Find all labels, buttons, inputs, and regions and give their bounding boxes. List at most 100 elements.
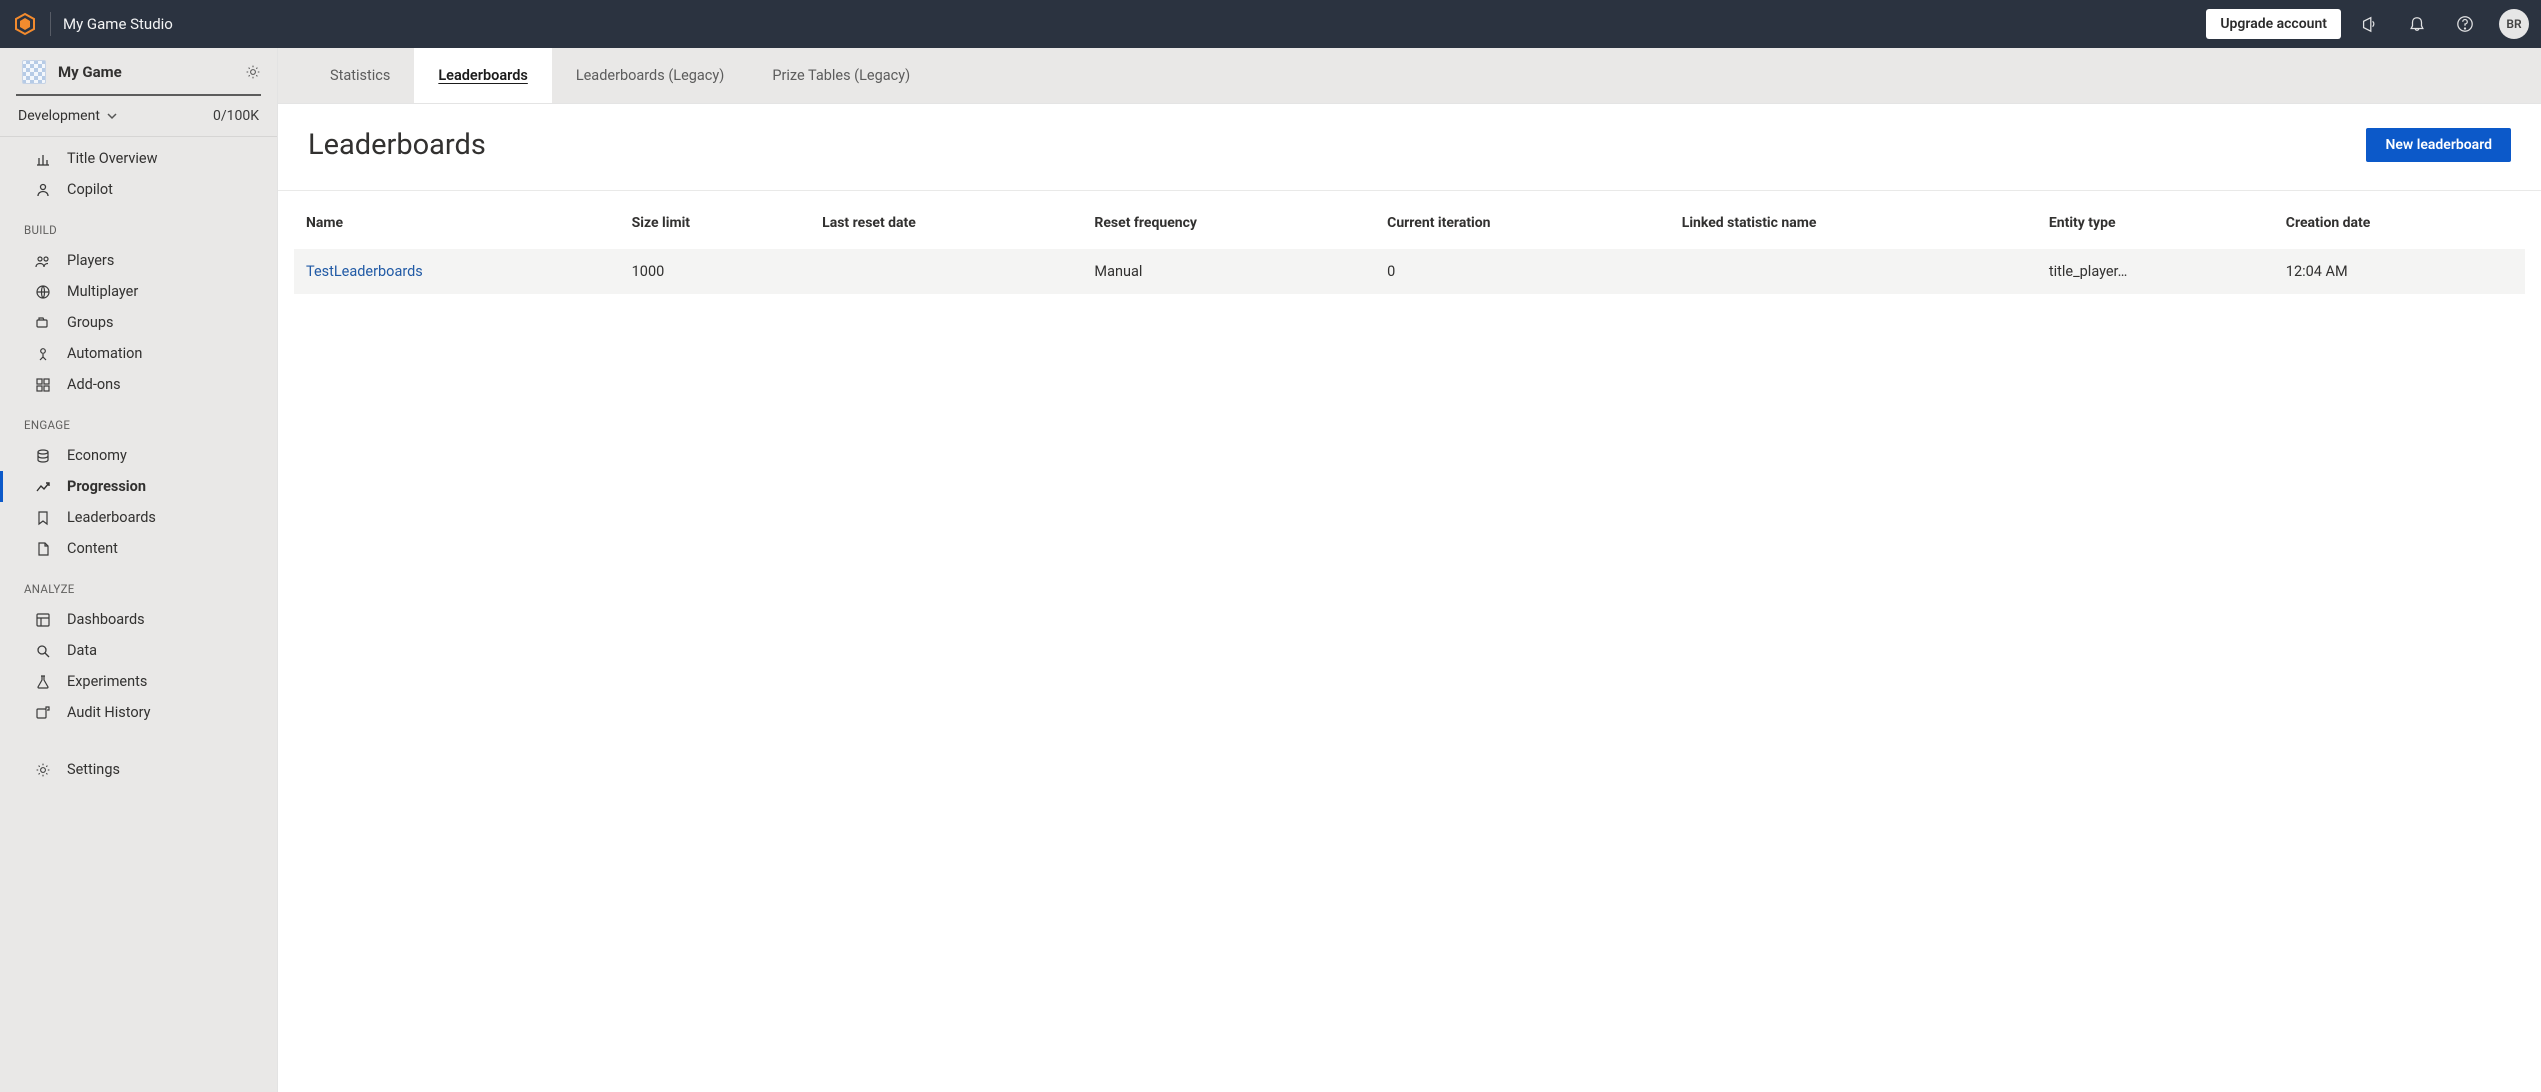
cell-linked-stat — [1670, 249, 2037, 294]
automation-icon — [34, 345, 51, 362]
user-avatar[interactable]: BR — [2499, 9, 2529, 39]
sidebar-item-dashboards[interactable]: Dashboards — [0, 604, 277, 635]
sidebar-group-engage: ENGAGE — [0, 400, 277, 440]
col-entity-type[interactable]: Entity type — [2037, 191, 2274, 249]
sidebar-item-copilot[interactable]: Copilot — [0, 174, 277, 205]
leaderboards-table: Name Size limit Last reset date Reset fr… — [294, 191, 2525, 294]
sidebar-item-label: Add-ons — [67, 376, 121, 393]
sidebar-item-label: Title Overview — [67, 150, 158, 167]
col-linked-stat[interactable]: Linked statistic name — [1670, 191, 2037, 249]
new-leaderboard-button[interactable]: New leaderboard — [2366, 128, 2511, 162]
upgrade-account-button[interactable]: Upgrade account — [2206, 9, 2341, 39]
sidebar-item-label: Data — [67, 642, 97, 659]
sidebar-item-audit-history[interactable]: Audit History — [0, 697, 277, 728]
sidebar-item-economy[interactable]: Economy — [0, 440, 277, 471]
game-header: My Game — [0, 48, 277, 94]
sidebar-item-label: Automation — [67, 345, 142, 362]
sidebar-group-build: BUILD — [0, 205, 277, 245]
cell-creation-date: 12:04 AM — [2274, 249, 2525, 294]
col-size-limit[interactable]: Size limit — [620, 191, 811, 249]
flask-icon — [34, 673, 51, 690]
col-last-reset[interactable]: Last reset date — [810, 191, 1082, 249]
logo-divider — [50, 12, 51, 36]
page-title: Leaderboards — [308, 128, 486, 162]
sidebar-item-label: Groups — [67, 314, 114, 331]
sidebar-item-content[interactable]: Content — [0, 533, 277, 564]
sidebar-item-label: Multiplayer — [67, 283, 138, 300]
environment-row: Development 0/100K — [0, 96, 277, 136]
environment-label: Development — [18, 108, 100, 124]
sidebar-item-groups[interactable]: Groups — [0, 307, 277, 338]
addons-grid-icon — [34, 376, 51, 393]
quota-label: 0/100K — [213, 108, 259, 124]
sidebar-item-label: Copilot — [67, 181, 113, 198]
col-creation-date[interactable]: Creation date — [2274, 191, 2525, 249]
sidebar-item-label: Leaderboards — [67, 509, 156, 526]
players-icon — [34, 252, 51, 269]
sidebar-item-title-overview[interactable]: Title Overview — [0, 143, 277, 174]
sidebar-item-data[interactable]: Data — [0, 635, 277, 666]
studio-name[interactable]: My Game Studio — [63, 15, 173, 33]
cell-entity-type: title_player… — [2037, 249, 2274, 294]
sidebar-group-analyze: ANALYZE — [0, 564, 277, 604]
history-icon — [34, 704, 51, 721]
tab-bar: Statistics Leaderboards Leaderboards (Le… — [278, 48, 2541, 104]
bar-chart-icon — [34, 150, 51, 167]
search-icon — [34, 642, 51, 659]
game-title[interactable]: My Game — [58, 63, 233, 81]
tab-leaderboards-legacy[interactable]: Leaderboards (Legacy) — [552, 48, 749, 103]
copilot-person-icon — [34, 181, 51, 198]
sidebar-item-multiplayer[interactable]: Multiplayer — [0, 276, 277, 307]
sidebar-item-automation[interactable]: Automation — [0, 338, 277, 369]
col-name[interactable]: Name — [294, 191, 620, 249]
file-icon — [34, 540, 51, 557]
sidebar-item-label: Settings — [67, 761, 120, 778]
environment-selector[interactable]: Development — [18, 108, 118, 124]
gear-icon[interactable] — [245, 64, 261, 80]
sidebar-item-label: Audit History — [67, 704, 151, 721]
globe-icon — [34, 283, 51, 300]
cell-size-limit: 1000 — [620, 249, 811, 294]
economy-stack-icon — [34, 447, 51, 464]
cell-name[interactable]: TestLeaderboards — [294, 249, 620, 294]
dashboard-icon — [34, 611, 51, 628]
cell-reset-freq: Manual — [1082, 249, 1375, 294]
folders-icon — [34, 314, 51, 331]
sidebar-item-label: Dashboards — [67, 611, 145, 628]
playfab-logo-icon[interactable] — [12, 11, 38, 37]
top-bar: My Game Studio Upgrade account BR — [0, 0, 2541, 48]
tab-leaderboards[interactable]: Leaderboards — [414, 48, 551, 103]
sidebar: My Game Development 0/100K Tit — [0, 48, 278, 1092]
sidebar-item-label: Progression — [67, 478, 146, 495]
sidebar-item-progression[interactable]: Progression — [0, 471, 277, 502]
sidebar-item-addons[interactable]: Add-ons — [0, 369, 277, 400]
top-bar-right: Upgrade account BR — [2206, 0, 2529, 48]
sidebar-item-label: Content — [67, 540, 118, 557]
tab-prize-tables-legacy[interactable]: Prize Tables (Legacy) — [748, 48, 934, 103]
sidebar-item-experiments[interactable]: Experiments — [0, 666, 277, 697]
chevron-down-icon — [106, 110, 118, 122]
page-header: Leaderboards New leaderboard — [278, 104, 2541, 191]
bookmark-icon — [34, 509, 51, 526]
sidebar-item-settings[interactable]: Settings — [0, 754, 277, 785]
tab-statistics[interactable]: Statistics — [306, 48, 414, 103]
cell-last-reset — [810, 249, 1082, 294]
sidebar-item-players[interactable]: Players — [0, 245, 277, 276]
col-current-iter[interactable]: Current iteration — [1375, 191, 1670, 249]
sidebar-item-leaderboards[interactable]: Leaderboards — [0, 502, 277, 533]
table-row: TestLeaderboards 1000 Manual 0 title_pla… — [294, 249, 2525, 294]
progression-trend-icon — [34, 478, 51, 495]
sidebar-item-label: Experiments — [67, 673, 147, 690]
leaderboards-table-wrap: Name Size limit Last reset date Reset fr… — [278, 191, 2541, 294]
whats-new-icon[interactable] — [2349, 0, 2389, 48]
game-icon — [22, 60, 46, 84]
top-bar-left: My Game Studio — [12, 11, 173, 37]
cell-current-iter: 0 — [1375, 249, 1670, 294]
sidebar-item-label: Economy — [67, 447, 127, 464]
help-icon[interactable] — [2445, 0, 2485, 48]
col-reset-freq[interactable]: Reset frequency — [1082, 191, 1375, 249]
notifications-icon[interactable] — [2397, 0, 2437, 48]
sidebar-item-label: Players — [67, 252, 114, 269]
table-header-row: Name Size limit Last reset date Reset fr… — [294, 191, 2525, 249]
main-content: Statistics Leaderboards Leaderboards (Le… — [278, 48, 2541, 1092]
